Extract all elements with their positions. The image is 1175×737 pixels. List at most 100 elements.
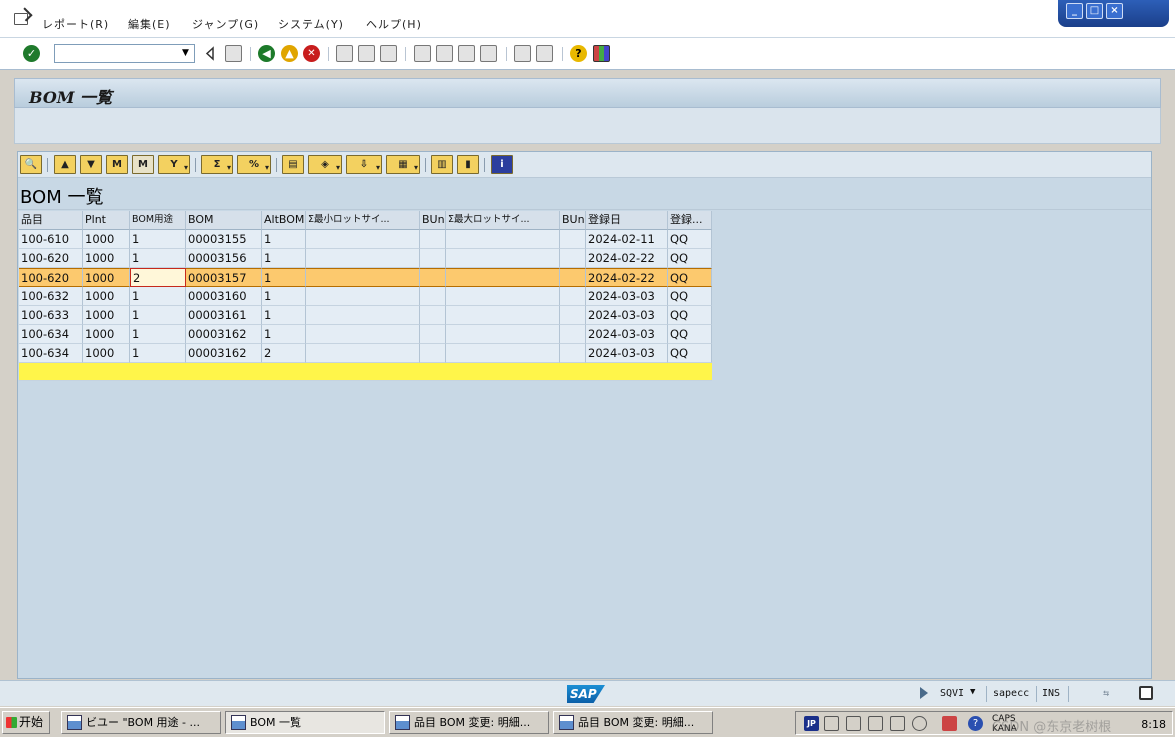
table-cell[interactable]	[446, 268, 560, 287]
table-cell[interactable]: 00003156	[186, 249, 262, 268]
last-page-icon[interactable]	[480, 45, 497, 62]
ime-dictionary-icon[interactable]	[890, 716, 905, 731]
table-cell[interactable]	[306, 287, 420, 306]
change-layout-icon[interactable]: ▥	[431, 155, 453, 174]
table-cell[interactable]: QQ	[668, 287, 712, 306]
table-cell[interactable]: 00003162	[186, 325, 262, 344]
table-row[interactable]: 100-633 1000 1 00003161 1 2024-03-03 QQ	[19, 306, 712, 325]
table-cell[interactable]: 1	[130, 306, 186, 325]
details-icon[interactable]: 🔍	[20, 155, 42, 174]
table-cell[interactable]: QQ	[668, 344, 712, 363]
sort-ascending-icon[interactable]: ▲	[54, 155, 76, 174]
table-cell[interactable]	[420, 230, 446, 249]
table-cell[interactable]: 1000	[83, 325, 130, 344]
menu-system[interactable]: システム(Y)	[278, 16, 344, 32]
table-row-selected[interactable]: 100-620 1000 2 00003157 1 2024-02-22 QQ	[19, 268, 712, 287]
table-cell[interactable]: 2	[130, 268, 186, 287]
table-cell[interactable]: 1000	[83, 344, 130, 363]
table-cell[interactable]: 1	[130, 325, 186, 344]
table-cell[interactable]	[446, 230, 560, 249]
table-row[interactable]: 100-634 1000 1 00003162 2 2024-03-03 QQ	[19, 344, 712, 363]
table-cell[interactable]	[560, 230, 586, 249]
table-cell[interactable]	[446, 344, 560, 363]
ime-icon[interactable]: JP	[804, 716, 819, 731]
first-page-icon[interactable]	[414, 45, 431, 62]
table-cell[interactable]: 2024-03-03	[586, 344, 668, 363]
table-cell[interactable]	[446, 306, 560, 325]
ok-icon[interactable]: ✓	[23, 45, 40, 62]
ime-tool-icon[interactable]	[868, 716, 883, 731]
next-page-icon[interactable]	[458, 45, 475, 62]
table-cell[interactable]	[420, 344, 446, 363]
table-cell[interactable]	[560, 306, 586, 325]
find-icon[interactable]	[358, 45, 375, 62]
table-cell[interactable]	[420, 325, 446, 344]
table-cell[interactable]: 2024-03-03	[586, 325, 668, 344]
send-icon[interactable]: ▦	[386, 155, 420, 176]
table-row[interactable]: 100-634 1000 1 00003162 1 2024-03-03 QQ	[19, 325, 712, 344]
table-cell[interactable]: 1	[262, 249, 306, 268]
table-cell[interactable]: 2024-02-22	[586, 249, 668, 268]
menu-edit[interactable]: 編集(E)	[128, 16, 171, 32]
table-cell[interactable]: 100-620	[19, 249, 83, 268]
table-cell[interactable]	[420, 268, 446, 287]
shortcut-icon[interactable]	[536, 45, 553, 62]
table-cell[interactable]: 1	[130, 344, 186, 363]
table-cell[interactable]: QQ	[668, 249, 712, 268]
minimize-button[interactable]: _	[1066, 3, 1083, 19]
table-cell[interactable]: QQ	[668, 306, 712, 325]
task-view-bom-usage[interactable]: ビユー "BOM 用途 - ...	[61, 711, 221, 734]
find-next-icon[interactable]: M	[132, 155, 154, 174]
table-cell[interactable]: 1000	[83, 230, 130, 249]
sort-descending-icon[interactable]: ▼	[80, 155, 102, 174]
table-cell[interactable]: 1	[130, 287, 186, 306]
table-cell[interactable]	[560, 249, 586, 268]
table-cell[interactable]: 1	[262, 325, 306, 344]
back-icon[interactable]: ◀	[258, 45, 275, 62]
table-row[interactable]: 100-620 1000 1 00003156 1 2024-02-22 QQ	[19, 249, 712, 268]
table-cell[interactable]	[420, 287, 446, 306]
table-cell[interactable]	[306, 230, 420, 249]
table-row[interactable]: 100-632 1000 1 00003160 1 2024-03-03 QQ	[19, 287, 712, 306]
table-cell[interactable]	[560, 344, 586, 363]
table-cell[interactable]: 2024-03-03	[586, 306, 668, 325]
table-cell[interactable]: 1000	[83, 268, 130, 287]
menu-help[interactable]: ヘルプ(H)	[366, 16, 422, 32]
menu-report[interactable]: レポート(R)	[42, 16, 109, 32]
table-cell[interactable]: 1000	[83, 249, 130, 268]
views-icon[interactable]: ◈	[308, 155, 342, 176]
table-cell[interactable]: 2	[262, 344, 306, 363]
task-bom-change-2[interactable]: 品目 BOM 変更: 明細...	[553, 711, 713, 734]
info-icon[interactable]: i	[491, 155, 513, 174]
column-header[interactable]: Plnt	[83, 211, 130, 230]
table-cell[interactable]	[306, 325, 420, 344]
filter-icon[interactable]: Y	[158, 155, 190, 176]
print-icon[interactable]	[336, 45, 353, 62]
previous-page-icon[interactable]	[436, 45, 453, 62]
table-cell[interactable]	[560, 325, 586, 344]
table-cell[interactable]: 1000	[83, 287, 130, 306]
status-expand-icon[interactable]	[920, 687, 928, 699]
table-cell[interactable]: 100-610	[19, 230, 83, 249]
table-cell[interactable]: 100-634	[19, 344, 83, 363]
graphic-icon[interactable]: ▮	[457, 155, 479, 174]
subtotal-icon[interactable]: %	[237, 155, 271, 176]
ime-pad-icon[interactable]	[846, 716, 861, 731]
column-header[interactable]: BUn	[420, 211, 446, 230]
table-cell[interactable]: 00003161	[186, 306, 262, 325]
table-cell[interactable]	[420, 249, 446, 268]
save-icon[interactable]	[225, 45, 242, 62]
print-preview-icon[interactable]: ▤	[282, 155, 304, 174]
table-cell[interactable]: 2024-03-03	[586, 287, 668, 306]
table-cell[interactable]: 1	[262, 230, 306, 249]
chevron-down-icon[interactable]: ▼	[178, 46, 193, 61]
table-cell[interactable]: 2024-02-22	[586, 268, 668, 287]
maximize-button[interactable]: □	[1086, 3, 1103, 19]
table-cell[interactable]	[306, 249, 420, 268]
table-row[interactable]: 100-610 1000 1 00003155 1 2024-02-11 QQ	[19, 230, 712, 249]
table-cell[interactable]	[306, 306, 420, 325]
table-cell[interactable]: 00003160	[186, 287, 262, 306]
new-session-icon[interactable]	[514, 45, 531, 62]
menu-jump[interactable]: ジャンプ(G)	[192, 16, 259, 32]
export-icon[interactable]: ⇩	[346, 155, 382, 176]
